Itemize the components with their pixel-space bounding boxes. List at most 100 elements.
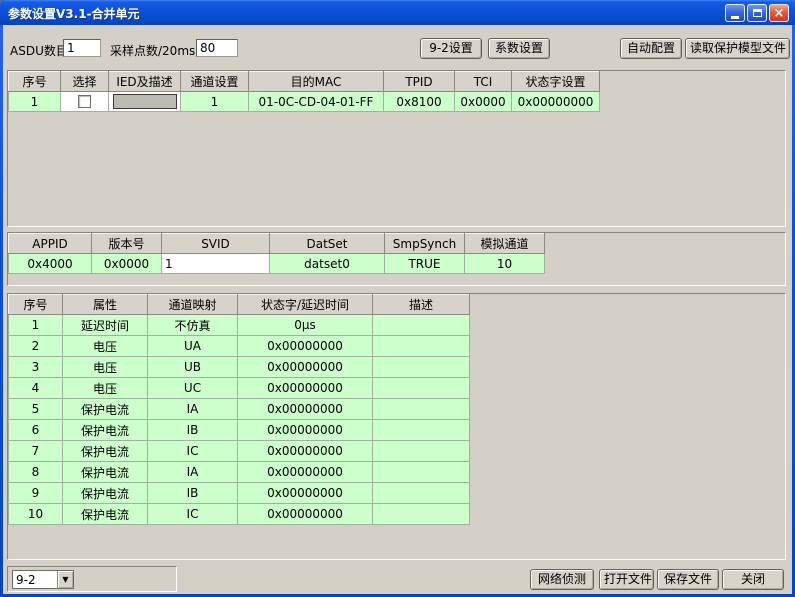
tci-cell[interactable]: 0x0000: [455, 92, 512, 112]
status-word-cell[interactable]: 0x00000000: [512, 92, 600, 112]
channel-map-cell[interactable]: UA: [148, 336, 238, 357]
attribute-cell[interactable]: 延迟时间: [63, 315, 148, 336]
column-header: APPID: [9, 234, 92, 254]
channel-map-cell[interactable]: UB: [148, 357, 238, 378]
status-delay-cell[interactable]: 0x00000000: [238, 462, 373, 483]
channel-map-cell[interactable]: IC: [148, 441, 238, 462]
description-cell[interactable]: [373, 357, 470, 378]
title-bar[interactable]: 参数设置V3.1-合并单元 ×: [0, 0, 795, 25]
close-icon: ×: [774, 7, 785, 20]
seq-cell[interactable]: 8: [9, 462, 63, 483]
analog-channel-cell[interactable]: 10: [465, 254, 545, 274]
protocol-combo-panel: 9-2 ▼: [7, 566, 177, 592]
sample-points-input[interactable]: [196, 39, 238, 57]
close-dialog-button[interactable]: 关闭: [722, 569, 784, 590]
table-row: 1 延迟时间 不仿真 0μs: [9, 315, 470, 336]
channel-setting-cell[interactable]: 1: [181, 92, 249, 112]
save-file-button[interactable]: 保存文件: [657, 569, 719, 590]
table-row: 6 保护电流 IB 0x00000000: [9, 420, 470, 441]
column-header: 序号: [9, 295, 63, 315]
select-checkbox[interactable]: [78, 95, 91, 108]
status-delay-cell[interactable]: 0x00000000: [238, 336, 373, 357]
seq-cell[interactable]: 1: [9, 92, 61, 112]
attribute-cell[interactable]: 保护电流: [63, 399, 148, 420]
ied-description-cell[interactable]: [109, 92, 181, 112]
seq-cell[interactable]: 5: [9, 399, 63, 420]
maximize-button[interactable]: [747, 4, 767, 22]
seq-cell[interactable]: 7: [9, 441, 63, 462]
appid-table-panel: APPID 版本号 SVID DatSet SmpSynch 模拟通道 0x40…: [7, 232, 786, 286]
ied-table: 序号 选择 IED及描述 通道设置 目的MAC TPID TCI 状态字设置 1…: [8, 71, 600, 112]
description-cell[interactable]: [373, 399, 470, 420]
table-row: 2 电压 UA 0x00000000: [9, 336, 470, 357]
description-cell[interactable]: [373, 483, 470, 504]
column-header: 通道设置: [181, 72, 249, 92]
tpid-cell[interactable]: 0x8100: [384, 92, 455, 112]
svid-cell[interactable]: 1: [162, 254, 270, 274]
seq-cell[interactable]: 10: [9, 504, 63, 525]
coefficient-settings-button[interactable]: 系数设置: [488, 38, 550, 59]
attribute-cell[interactable]: 保护电流: [63, 441, 148, 462]
datset-cell[interactable]: datset0: [270, 254, 385, 274]
status-delay-cell[interactable]: 0x00000000: [238, 441, 373, 462]
network-detect-button[interactable]: 网络侦测: [530, 569, 594, 590]
seq-cell[interactable]: 9: [9, 483, 63, 504]
smpsynch-cell[interactable]: TRUE: [385, 254, 465, 274]
attribute-cell[interactable]: 电压: [63, 336, 148, 357]
settings-92-button[interactable]: 9-2设置: [420, 38, 482, 59]
version-cell[interactable]: 0x0000: [92, 254, 162, 274]
status-delay-cell[interactable]: 0μs: [238, 315, 373, 336]
attribute-cell[interactable]: 保护电流: [63, 462, 148, 483]
ied-description-button[interactable]: [113, 94, 177, 109]
attribute-cell[interactable]: 保护电流: [63, 483, 148, 504]
sample-points-label: 采样点数/20ms: [110, 42, 195, 59]
status-delay-cell[interactable]: 0x00000000: [238, 378, 373, 399]
channel-map-cell[interactable]: 不仿真: [148, 315, 238, 336]
channel-map-cell[interactable]: IA: [148, 399, 238, 420]
status-delay-cell[interactable]: 0x00000000: [238, 357, 373, 378]
dest-mac-cell[interactable]: 01-0C-CD-04-01-FF: [249, 92, 384, 112]
description-cell[interactable]: [373, 378, 470, 399]
attribute-cell[interactable]: 电压: [63, 378, 148, 399]
attribute-cell[interactable]: 保护电流: [63, 504, 148, 525]
channel-map-cell[interactable]: IB: [148, 420, 238, 441]
asdu-count-input[interactable]: [63, 39, 101, 57]
close-button[interactable]: ×: [769, 4, 789, 22]
status-delay-cell[interactable]: 0x00000000: [238, 399, 373, 420]
select-cell[interactable]: [61, 92, 109, 112]
seq-cell[interactable]: 6: [9, 420, 63, 441]
auto-config-button[interactable]: 自动配置: [620, 38, 682, 59]
attribute-cell[interactable]: 保护电流: [63, 420, 148, 441]
column-header: TPID: [384, 72, 455, 92]
column-header: 描述: [373, 295, 470, 315]
seq-cell[interactable]: 3: [9, 357, 63, 378]
maximize-icon: [753, 9, 762, 17]
description-cell[interactable]: [373, 336, 470, 357]
status-delay-cell[interactable]: 0x00000000: [238, 420, 373, 441]
description-cell[interactable]: [373, 441, 470, 462]
minimize-button[interactable]: [725, 4, 745, 22]
seq-cell[interactable]: 2: [9, 336, 63, 357]
description-cell[interactable]: [373, 462, 470, 483]
table-header-row: APPID 版本号 SVID DatSet SmpSynch 模拟通道: [9, 234, 545, 254]
status-delay-cell[interactable]: 0x00000000: [238, 483, 373, 504]
appid-cell[interactable]: 0x4000: [9, 254, 92, 274]
channel-map-cell[interactable]: IA: [148, 462, 238, 483]
seq-cell[interactable]: 1: [9, 315, 63, 336]
channel-map-cell[interactable]: IC: [148, 504, 238, 525]
column-header: 版本号: [92, 234, 162, 254]
chevron-down-icon[interactable]: ▼: [57, 571, 73, 588]
description-cell[interactable]: [373, 504, 470, 525]
read-protection-model-button[interactable]: 读取保护模型文件: [685, 38, 790, 59]
protocol-combobox[interactable]: 9-2 ▼: [12, 570, 74, 589]
attribute-cell[interactable]: 电压: [63, 357, 148, 378]
channel-map-cell[interactable]: UC: [148, 378, 238, 399]
open-file-button[interactable]: 打开文件: [599, 569, 654, 590]
description-cell[interactable]: [373, 420, 470, 441]
description-cell[interactable]: [373, 315, 470, 336]
seq-cell[interactable]: 4: [9, 378, 63, 399]
dialog-body: ASDU数目 采样点数/20ms 9-2设置 系数设置 自动配置 读取保护模型文…: [3, 25, 792, 594]
channel-map-cell[interactable]: IB: [148, 483, 238, 504]
status-delay-cell[interactable]: 0x00000000: [238, 504, 373, 525]
channel-table-panel: 序号 属性 通道映射 状态字/延迟时间 描述 1 延迟时间 不仿真 0μs 2 …: [7, 293, 786, 560]
